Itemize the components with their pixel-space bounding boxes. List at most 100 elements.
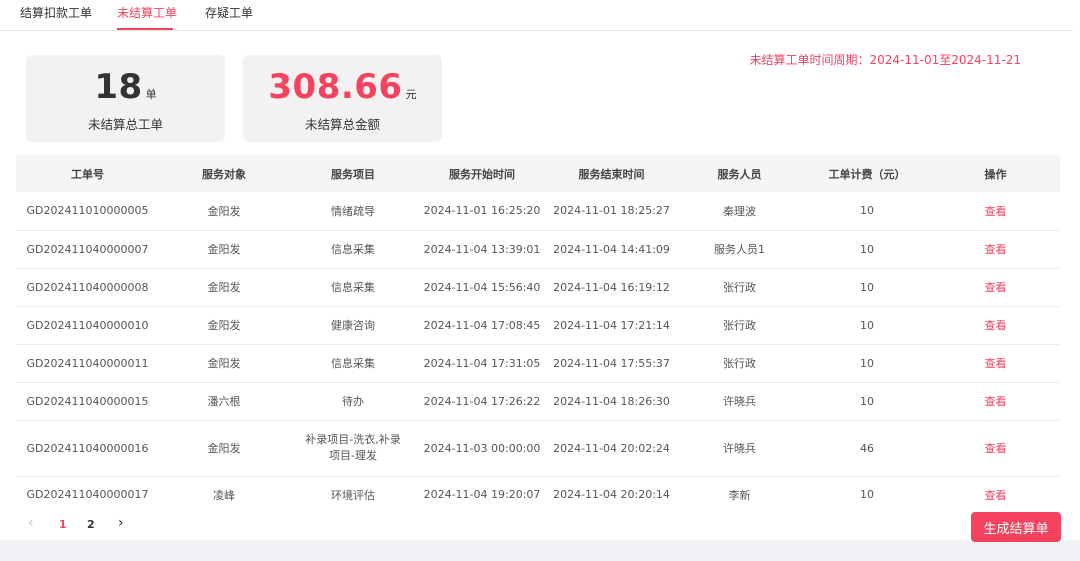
work-order-table: 工单号 服务对象 服务项目 服务开始时间 服务结束时间 服务人员 工单计费（元）… [16, 155, 1060, 513]
cell-end-time: 2024-11-04 20:20:14 [553, 488, 670, 502]
total-amount-label: 未结算总金额 [304, 117, 380, 132]
cell-service-item: 待办 [289, 382, 417, 421]
view-link[interactable]: 查看 [931, 382, 1060, 421]
table-row: GD202411040000016 金阳发 补录项目-洗衣,补录项目-理发 20… [16, 420, 1060, 477]
view-link[interactable]: 查看 [931, 192, 1060, 231]
tab-unsettled[interactable]: 未结算工单 [117, 4, 177, 21]
next-page-button[interactable]: › [118, 515, 124, 531]
col-start-time: 服务开始时间 [417, 155, 547, 192]
total-amount-unit: 元 [405, 88, 417, 101]
total-amount-card: 308.66 元 未结算总金额 [243, 55, 442, 142]
col-staff: 服务人员 [676, 155, 803, 192]
prev-page-button[interactable]: ‹ [28, 515, 34, 531]
view-link[interactable]: 查看 [931, 306, 1060, 345]
cell-client: 金阳发 [159, 192, 289, 231]
view-link[interactable]: 查看 [931, 476, 1060, 513]
cell-start-time: 2024-11-04 15:56:40 [417, 268, 547, 307]
cell-order-no: GD202411040000017 [26, 488, 149, 502]
cell-start-time: 2024-11-04 17:31:05 [417, 344, 547, 383]
cell-fee: 10 [803, 344, 931, 383]
cell-order-no: GD202411040000008 [16, 268, 159, 307]
cell-order-no: GD202411010000005 [16, 192, 159, 231]
cell-order-no: GD202411040000016 [16, 420, 159, 477]
page-2-button[interactable]: 2 [87, 518, 95, 531]
cell-staff: 许晓兵 [676, 382, 803, 421]
col-fee: 工单计费（元） [803, 155, 931, 192]
cell-start-time: 2024-11-04 19:20:07 [423, 488, 541, 502]
total-amount-value: 308.66 元 [243, 67, 442, 107]
table-row: GD202411040000011 金阳发 信息采集 2024-11-04 17… [16, 344, 1060, 383]
cell-fee: 10 [803, 192, 931, 231]
cell-end-time: 2024-11-04 18:26:30 [547, 382, 676, 421]
table-header-row: 工单号 服务对象 服务项目 服务开始时间 服务结束时间 服务人员 工单计费（元）… [16, 155, 1060, 192]
cell-end-time: 2024-11-01 18:25:27 [547, 192, 676, 231]
main-panel: 结算扣款工单 未结算工单 存疑工单 未结算工单时间周期：2024-11-01至2… [0, 0, 1080, 542]
view-link[interactable]: 查看 [931, 268, 1060, 307]
active-tab-indicator [117, 28, 173, 30]
col-client: 服务对象 [159, 155, 289, 192]
cell-end-time: 2024-11-04 20:02:24 [547, 420, 676, 477]
total-orders-label: 未结算总工单 [87, 117, 163, 132]
cell-service-item: 信息采集 [289, 268, 417, 307]
view-link[interactable]: 查看 [931, 230, 1060, 269]
cell-client: 金阳发 [159, 344, 289, 383]
view-link[interactable]: 查看 [931, 344, 1060, 383]
cell-client: 金阳发 [159, 306, 289, 345]
cell-start-time: 2024-11-04 13:39:01 [417, 230, 547, 269]
generate-settlement-button[interactable]: 生成结算单 [971, 512, 1061, 542]
cell-client: 潘六根 [159, 382, 289, 421]
cell-order-no: GD202411040000011 [16, 344, 159, 383]
cell-start-time: 2024-11-01 16:25:20 [417, 192, 547, 231]
cell-service-item: 健康咨询 [289, 306, 417, 345]
total-orders-card: 18 单 未结算总工单 [26, 55, 225, 142]
cell-client: 金阳发 [159, 230, 289, 269]
cell-fee: 10 [803, 306, 931, 345]
cell-staff: 许晓兵 [676, 420, 803, 477]
tab-settled-deduction[interactable]: 结算扣款工单 [20, 4, 92, 21]
page-1-button[interactable]: 1 [59, 518, 67, 531]
cell-staff: 张行政 [676, 306, 803, 345]
cell-client: 凌峰 [213, 488, 235, 502]
settlement-period-text: 未结算工单时间周期：2024-11-01至2024-11-21 [749, 53, 1021, 67]
cell-fee: 10 [803, 268, 931, 307]
cell-start-time: 2024-11-04 17:26:22 [417, 382, 547, 421]
cell-client: 金阳发 [159, 268, 289, 307]
cell-end-time: 2024-11-04 16:19:12 [547, 268, 676, 307]
cell-service-item: 环境评估 [331, 488, 375, 502]
total-amount-number: 308.66 [268, 67, 403, 107]
col-end-time: 服务结束时间 [547, 155, 676, 192]
total-orders-unit: 单 [145, 88, 157, 101]
cell-staff: 张行政 [676, 344, 803, 383]
cell-fee: 10 [860, 488, 874, 502]
cell-end-time: 2024-11-04 14:41:09 [547, 230, 676, 269]
cell-service-item: 信息采集 [289, 230, 417, 269]
cell-fee: 46 [803, 420, 931, 477]
table-row: GD202411040000017 凌峰 环境评估 2024-11-04 19:… [16, 476, 1060, 513]
col-order-no: 工单号 [16, 155, 159, 192]
cell-fee: 10 [803, 230, 931, 269]
cell-order-no: GD202411040000015 [16, 382, 159, 421]
cell-service-item: 情绪疏导 [289, 192, 417, 231]
cell-order-no: GD202411040000010 [16, 306, 159, 345]
tab-doubtful[interactable]: 存疑工单 [205, 4, 253, 21]
col-service-item: 服务项目 [289, 155, 417, 192]
cell-end-time: 2024-11-04 17:55:37 [547, 344, 676, 383]
view-link[interactable]: 查看 [931, 420, 1060, 477]
cell-end-time: 2024-11-04 17:21:14 [547, 306, 676, 345]
cell-start-time: 2024-11-03 00:00:00 [417, 420, 547, 477]
table-row: GD202411040000015 潘六根 待办 2024-11-04 17:2… [16, 382, 1060, 421]
cell-staff: 张行政 [676, 268, 803, 307]
cell-order-no: GD202411040000007 [16, 230, 159, 269]
table-row: GD202411040000007 金阳发 信息采集 2024-11-04 13… [16, 230, 1060, 269]
total-orders-number: 18 [94, 67, 143, 107]
col-action: 操作 [931, 155, 1060, 192]
cell-service-item: 补录项目-洗衣,补录项目-理发 [289, 420, 417, 477]
cell-fee: 10 [803, 382, 931, 421]
total-orders-value: 18 单 [26, 67, 225, 107]
cell-client: 金阳发 [159, 420, 289, 477]
cell-staff: 李新 [728, 488, 751, 502]
cell-start-time: 2024-11-04 17:08:45 [417, 306, 547, 345]
cell-staff: 服务人员1 [676, 230, 803, 269]
cell-service-item: 信息采集 [289, 344, 417, 383]
table-row: GD202411010000005 金阳发 情绪疏导 2024-11-01 16… [16, 192, 1060, 231]
